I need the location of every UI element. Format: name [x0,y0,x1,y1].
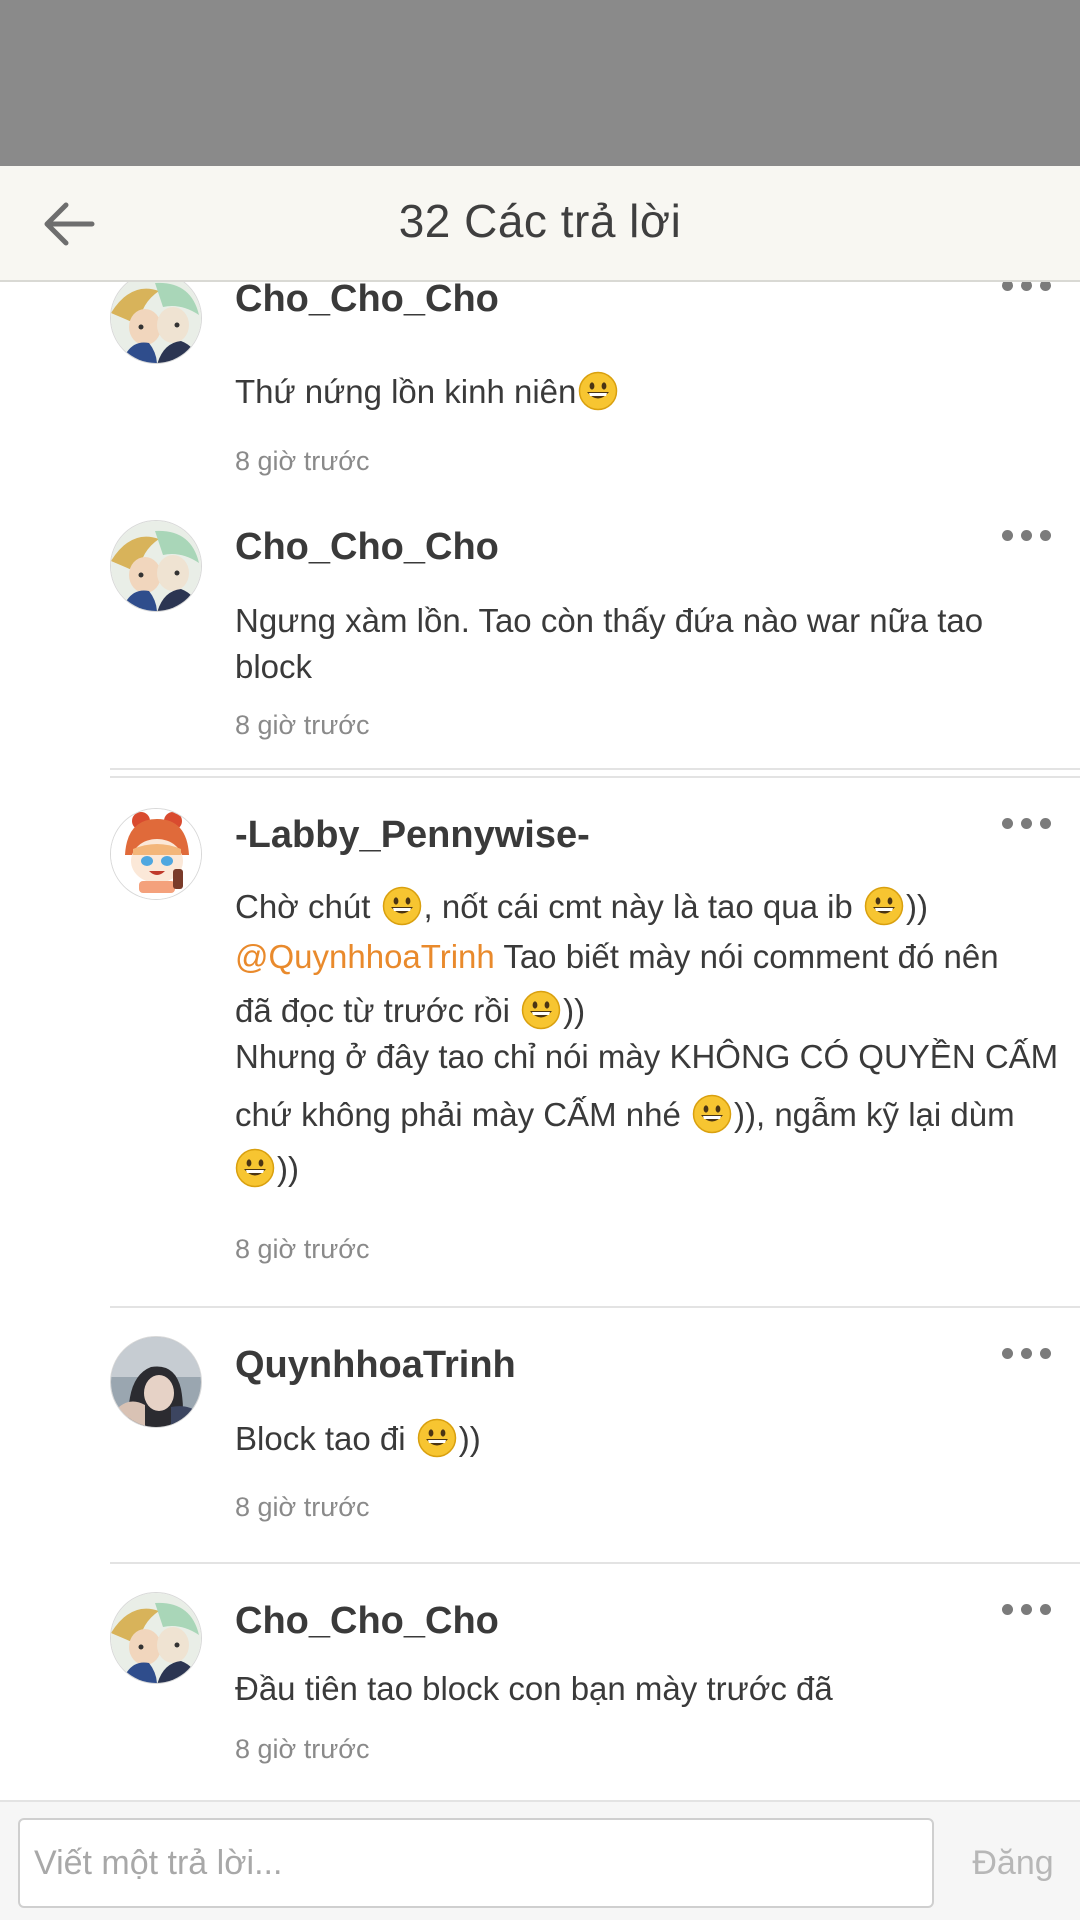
grinning-face-emoji [578,371,618,411]
timestamp: 8 giờ trước [235,710,370,740]
status-bar [0,0,1080,166]
replies-list[interactable]: Cho_Cho_Cho Thứ nứng lồn kinh niên 8 giờ… [0,282,1080,1800]
avatar[interactable] [110,1336,202,1428]
reply-item: Cho_Cho_Cho Đầu tiên tao block con bạn m… [110,1562,1080,1800]
username[interactable]: Cho_Cho_Cho [235,526,499,569]
reply-input[interactable] [18,1818,934,1908]
more-dots-icon [1002,282,1013,291]
reply-item: QuynhhoaTrinh Block tao đi )) 8 giờ trướ… [110,1306,1080,1564]
timestamp: 8 giờ trước [235,1492,370,1522]
timestamp: 8 giờ trước [235,1734,370,1764]
avatar[interactable] [110,1592,202,1684]
reply-text: Thứ nứng lồn kinh niên [235,362,1055,422]
page-title: 32 Các trả lời [398,195,682,247]
username[interactable]: -Labby_Pennywise- [235,814,590,857]
avatar[interactable] [110,282,202,364]
user-mention-link[interactable]: @QuynhhoaTrinh [235,938,495,975]
reply-text: Block tao đi )) [235,1418,481,1458]
username[interactable]: Cho_Cho_Cho [235,282,499,321]
grinning-face-emoji [692,1094,732,1134]
post-button[interactable]: Đăng [958,1830,1068,1896]
more-options-button[interactable] [1002,524,1052,544]
username[interactable]: Cho_Cho_Cho [235,1600,499,1643]
reply-text: Đầu tiên tao block con bạn mày trước đã [235,1670,833,1707]
more-dots-icon [1002,818,1013,829]
grinning-face-emoji [382,886,422,926]
more-options-button[interactable] [1002,1342,1052,1362]
reply-text: Chờ chút , nốt cái cmt này là tao qua ib… [235,886,1059,1188]
more-options-button[interactable] [1002,282,1052,294]
more-options-button[interactable] [1002,1598,1052,1618]
top-app-bar: 32 Các trả lời [0,166,1080,282]
reply-text: Ngưng xàm lồn. Tao còn thấy đứa nào war … [235,602,984,685]
grinning-face-emoji [235,1148,275,1188]
reply-item: Cho_Cho_Cho Ngưng xàm lồn. Tao còn thấy … [110,488,1080,778]
avatar[interactable] [110,808,202,900]
grinning-face-emoji [864,886,904,926]
grinning-face-emoji [521,990,561,1030]
more-options-button[interactable] [1002,812,1052,832]
more-dots-icon [1002,530,1013,541]
grinning-face-emoji [417,1418,457,1458]
username[interactable]: QuynhhoaTrinh [235,1344,516,1387]
more-dots-icon [1002,1604,1013,1615]
more-dots-icon [1002,1348,1013,1359]
reply-item: -Labby_Pennywise- Chờ chút , nốt cái cmt… [110,776,1080,1308]
avatar[interactable] [110,520,202,612]
timestamp: 8 giờ trước [235,1234,370,1264]
timestamp: 8 giờ trước [235,446,370,476]
reply-composer: Đăng [0,1800,1080,1920]
